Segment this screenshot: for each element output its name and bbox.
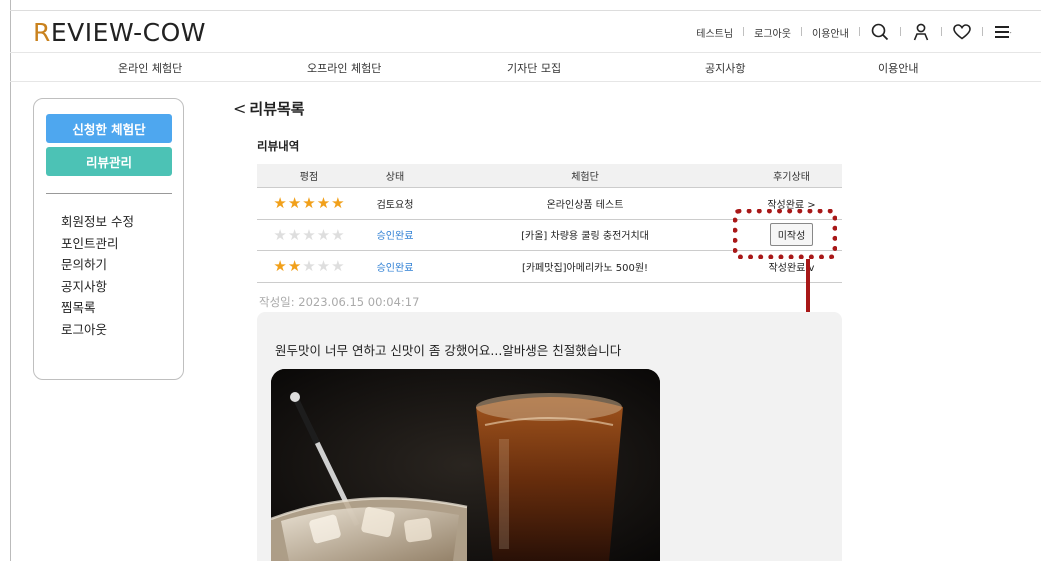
row-campaign[interactable]: [카올] 차량용 쿨링 충전거치대 bbox=[429, 220, 741, 251]
site-logo[interactable]: REVIEW-COW bbox=[33, 18, 206, 47]
nav-notice[interactable]: 공지사항 bbox=[705, 60, 745, 76]
review-management-button[interactable]: 리뷰관리 bbox=[46, 147, 172, 176]
review-text: 원두맛이 너무 연하고 신맛이 좀 강했어요...알바생은 친절했습니다 bbox=[275, 343, 622, 358]
star-empty-icon: ★ bbox=[302, 225, 316, 244]
review-photo-iced-coffee[interactable] bbox=[271, 369, 660, 561]
nav-online-campaign[interactable]: 온라인 체험단 bbox=[118, 60, 182, 76]
star-empty-icon: ★ bbox=[316, 257, 331, 276]
menu-icon[interactable] bbox=[993, 22, 1013, 42]
star-empty-icon: ★ bbox=[302, 257, 316, 276]
heart-icon[interactable] bbox=[952, 22, 972, 42]
sidebar-item-logout[interactable]: 로그아웃 bbox=[61, 319, 134, 341]
star-filled-icon: ★ bbox=[287, 257, 302, 276]
header-rating: 평점 bbox=[299, 172, 319, 183]
row-campaign[interactable]: 온라인상품 테스트 bbox=[429, 188, 741, 219]
sidebar-item-inquiry[interactable]: 문의하기 bbox=[61, 254, 134, 276]
row-status: 승인완료 bbox=[376, 231, 414, 243]
sidebar-menu: 회원정보 수정 포인트관리 문의하기 공지사항 찜목록 로그아웃 bbox=[61, 211, 134, 340]
star-empty-icon: ★ bbox=[316, 225, 331, 244]
header-campaign: 체험단 bbox=[571, 172, 599, 183]
header-status: 상태 bbox=[385, 172, 405, 183]
separator: | bbox=[939, 27, 943, 37]
window-border-top bbox=[10, 10, 1041, 11]
nav-guide[interactable]: 이용안내 bbox=[878, 60, 918, 76]
applied-campaigns-button[interactable]: 신청한 체험단 bbox=[46, 114, 172, 143]
logout-link[interactable]: 로그아웃 bbox=[754, 25, 791, 40]
section-title: 리뷰내역 bbox=[257, 139, 300, 153]
row-status: 승인완료 bbox=[376, 262, 414, 274]
separator: | bbox=[799, 27, 803, 37]
row-campaign[interactable]: [카페맛집]아메리카노 500원! bbox=[429, 251, 741, 282]
header-review-status: 후기상태 bbox=[773, 172, 810, 183]
star-filled-icon: ★ bbox=[302, 194, 316, 213]
star-filled-icon: ★ bbox=[287, 194, 302, 213]
sidebar-item-notice[interactable]: 공지사항 bbox=[61, 276, 134, 298]
separator: | bbox=[898, 27, 902, 37]
user-name-link[interactable]: 테스트님 bbox=[696, 25, 733, 40]
page-title: 리뷰목록 bbox=[249, 100, 305, 118]
search-icon[interactable] bbox=[870, 22, 890, 42]
back-to-review-list[interactable]: < 리뷰목록 bbox=[233, 98, 305, 119]
highlight-annotation bbox=[733, 209, 837, 259]
main-navigation: 온라인 체험단 오프라인 체험단 기자단 모집 공지사항 이용안내 bbox=[10, 52, 1041, 82]
user-icon[interactable] bbox=[911, 22, 931, 42]
row-status: 검토요청 bbox=[376, 199, 414, 211]
star-filled-icon: ★ bbox=[331, 194, 345, 213]
separator: | bbox=[857, 27, 861, 37]
star-empty-icon: ★ bbox=[287, 225, 302, 244]
guide-link[interactable]: 이용안내 bbox=[812, 25, 849, 40]
table-header: 평점 상태 체험단 후기상태 bbox=[257, 164, 842, 188]
review-content-card: 원두맛이 너무 연하고 신맛이 좀 강했어요...알바생은 친절했습니다 bbox=[257, 312, 842, 561]
rating-stars: ★ ★ ★ ★ ★ bbox=[273, 194, 344, 212]
window-border-left bbox=[10, 0, 11, 561]
review-date: 작성일: 2023.06.15 00:04:17 bbox=[259, 295, 420, 309]
star-empty-icon: ★ bbox=[331, 225, 345, 244]
separator: | bbox=[742, 27, 746, 37]
mypage-sidebar: 신청한 체험단 리뷰관리 회원정보 수정 포인트관리 문의하기 공지사항 찜목록… bbox=[33, 98, 184, 380]
sidebar-item-wishlist[interactable]: 찜목록 bbox=[61, 297, 134, 319]
nav-offline-campaign[interactable]: 오프라인 체험단 bbox=[307, 60, 381, 76]
star-empty-icon: ★ bbox=[273, 225, 287, 244]
separator: | bbox=[980, 27, 984, 37]
chevron-left-icon: < bbox=[233, 99, 247, 118]
sidebar-item-edit-profile[interactable]: 회원정보 수정 bbox=[61, 211, 134, 233]
nav-reporter-recruit[interactable]: 기자단 모집 bbox=[507, 60, 561, 76]
star-filled-icon: ★ bbox=[273, 257, 287, 276]
sidebar-item-points[interactable]: 포인트관리 bbox=[61, 233, 134, 255]
star-filled-icon: ★ bbox=[273, 194, 287, 213]
star-filled-icon: ★ bbox=[316, 194, 331, 213]
sidebar-divider bbox=[46, 193, 172, 194]
rating-stars: ★ ★ ★ ★ ★ bbox=[273, 226, 344, 244]
star-empty-icon: ★ bbox=[331, 257, 345, 276]
rating-stars: ★ ★ ★ ★ ★ bbox=[273, 257, 344, 275]
top-utility-bar: 테스트님 | 로그아웃 | 이용안내 | | | | bbox=[696, 20, 1013, 44]
